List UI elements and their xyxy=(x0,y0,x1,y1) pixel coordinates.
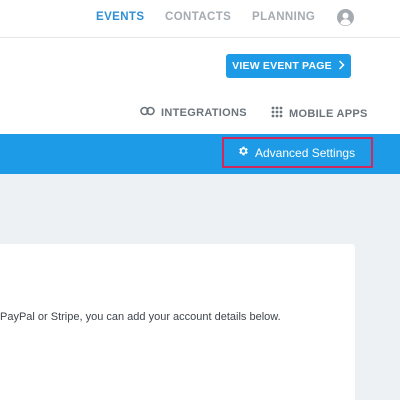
payment-description: PayPal or Stripe, you can add your accou… xyxy=(0,311,281,323)
top-navigation: EVENTS CONTACTS PLANNING xyxy=(0,0,400,38)
user-avatar-icon[interactable] xyxy=(337,9,354,26)
nav-tab-contacts[interactable]: CONTACTS xyxy=(165,11,231,23)
advanced-settings-button[interactable]: Advanced Settings xyxy=(222,137,373,168)
integrations-link[interactable]: INTEGRATIONS xyxy=(140,106,247,119)
gear-icon xyxy=(237,145,249,160)
mobile-apps-link[interactable]: MOBILE APPS xyxy=(271,106,368,121)
chevron-right-icon xyxy=(338,59,345,73)
mobile-apps-label: MOBILE APPS xyxy=(289,107,368,120)
view-event-page-label: VIEW EVENT PAGE xyxy=(232,60,332,72)
link-icon xyxy=(140,106,155,119)
event-header: VIEW EVENT PAGE INTEGRATIONS MOBILE APPS xyxy=(0,38,400,134)
integrations-label: INTEGRATIONS xyxy=(161,106,247,119)
nav-tab-events[interactable]: EVENTS xyxy=(96,11,144,23)
advanced-settings-label: Advanced Settings xyxy=(255,145,356,160)
nav-tab-planning[interactable]: PLANNING xyxy=(252,11,315,23)
grid-dots-icon xyxy=(271,106,283,121)
view-event-page-button[interactable]: VIEW EVENT PAGE xyxy=(226,54,351,78)
